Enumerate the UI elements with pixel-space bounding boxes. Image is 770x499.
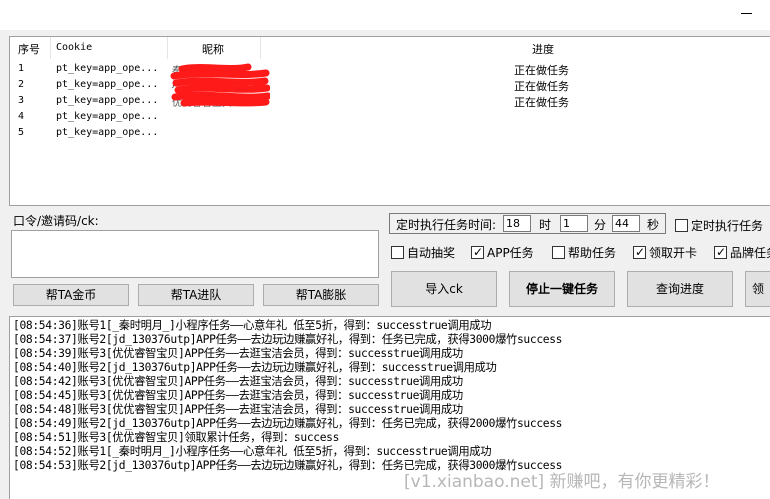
column-separator[interactable]	[260, 37, 261, 59]
row-progress: 正在做任务	[514, 80, 569, 93]
checkbox-icon[interactable]	[675, 219, 688, 232]
option-label: 自动抽奖	[407, 246, 456, 260]
scheduled-task-label: 定时执行任务	[691, 219, 764, 233]
account-row[interactable]: 5 pt_key=app_ope...	[10, 125, 770, 141]
timer-hour-input[interactable]: 18	[503, 215, 531, 232]
header-nickname[interactable]: 昵称	[202, 41, 224, 57]
option-label: 品牌任务	[730, 246, 770, 260]
account-list-header: 序号 Cookie 昵称 进度	[10, 37, 770, 59]
checkbox-icon[interactable]: ✓	[714, 245, 727, 259]
account-row[interactable]: 2 pt_key=app_ope... jd_130376utp 正在做任务	[10, 77, 770, 93]
log-line: [08:54:45]账号3[优优睿智宝贝]APP任务——去逛宝洁会员，得到：su…	[13, 389, 463, 402]
row-cookie: pt_key=app_ope...	[56, 95, 159, 106]
checkbox-icon[interactable]	[391, 246, 404, 259]
code-label: 口令/邀请码/ck:	[13, 214, 99, 228]
account-row[interactable]: 4 pt_key=app_ope...	[10, 109, 770, 125]
stop-task-button[interactable]: 停止一键任务	[509, 271, 615, 307]
import-ck-button[interactable]: 导入ck	[391, 271, 497, 307]
claim-button[interactable]: 领	[745, 271, 770, 307]
header-cookie[interactable]: Cookie	[56, 42, 92, 53]
check-mark-icon: ✓	[716, 245, 727, 259]
log-line: [08:54:52]账号1[_秦时明月_]小程序任务——心意年礼 低至5折，得到…	[13, 445, 492, 458]
checkbox-icon[interactable]	[552, 246, 565, 259]
checkbox-icon[interactable]: ✓	[471, 245, 484, 259]
row-progress: 正在做任务	[514, 64, 569, 77]
second-unit: 秒	[647, 218, 660, 232]
log-line: [08:54:42]账号3[优优睿智宝贝]APP任务——去逛宝洁会员，得到：su…	[13, 375, 463, 388]
option-label: APP任务	[487, 246, 534, 260]
log-line: [08:54:51]账号3[优优睿智宝贝]领取累计任务，得到：success	[13, 431, 340, 444]
timer-group: 定时执行任务时间: 18 时 1 分 44 秒	[389, 213, 666, 234]
query-progress-button[interactable]: 查询进度	[627, 271, 733, 307]
row-cookie: pt_key=app_ope...	[56, 79, 159, 90]
log-line: [08:54:37]账号2[jd_130376utp]APP任务——去边玩边赚赢…	[13, 333, 563, 346]
log-line: [08:54:39]账号3[优优睿智宝贝]APP任务——去逛宝洁会员，得到：su…	[13, 347, 463, 360]
help-coin-button[interactable]: 帮TA金币	[13, 284, 129, 306]
help-queue-button[interactable]: 帮TA进队	[138, 284, 254, 306]
row-progress: 正在做任务	[514, 96, 569, 109]
option-claim-card[interactable]: ✓ 领取开卡	[633, 244, 697, 261]
checkbox-icon[interactable]: ✓	[633, 245, 646, 259]
minute-unit: 分	[594, 218, 607, 232]
option-app-task[interactable]: ✓ APP任务	[471, 244, 534, 261]
account-row[interactable]: 1 pt_key=app_ope... 秦时明月 正在做任务	[10, 61, 770, 77]
option-label: 领取开卡	[649, 246, 698, 260]
row-seq: 2	[18, 79, 25, 90]
log-line: [08:54:40]账号2[jd_130376utp]APP任务——去边玩边赚赢…	[13, 361, 497, 374]
account-row[interactable]: 3 pt_key=app_ope... 优优睿智宝贝 正在做任务	[10, 93, 770, 109]
code-input[interactable]	[11, 230, 379, 278]
row-cookie: pt_key=app_ope...	[56, 63, 159, 74]
nickname-redaction	[170, 63, 270, 107]
column-separator[interactable]	[50, 37, 51, 59]
log-line: [08:54:48]账号3[优优睿智宝贝]APP任务——去逛宝洁会员，得到：su…	[13, 403, 463, 416]
column-separator[interactable]	[167, 37, 168, 59]
row-seq: 1	[18, 63, 25, 74]
scheduled-task-checkbox[interactable]: 定时执行任务	[675, 217, 763, 234]
watermark: [v1.xianbao.net] 新赚吧，有你更精彩！	[404, 472, 720, 492]
option-label: 帮助任务	[568, 246, 617, 260]
minimize-icon[interactable]	[741, 13, 752, 14]
row-seq: 4	[18, 111, 25, 122]
option-help-task[interactable]: 帮助任务	[552, 244, 616, 261]
header-progress[interactable]: 进度	[532, 41, 554, 57]
row-cookie: pt_key=app_ope...	[56, 127, 159, 138]
account-list[interactable]: 序号 Cookie 昵称 进度 1 pt_key=app_ope... 秦时明月…	[9, 36, 770, 206]
check-mark-icon: ✓	[473, 245, 484, 259]
check-mark-icon: ✓	[635, 245, 646, 259]
timer-second-input[interactable]: 44	[612, 215, 640, 232]
timer-minute-input[interactable]: 1	[560, 215, 588, 232]
row-cookie: pt_key=app_ope...	[56, 111, 159, 122]
hour-unit: 时	[539, 218, 552, 232]
row-seq: 3	[18, 95, 25, 106]
option-brand-task[interactable]: ✓ 品牌任务	[714, 244, 770, 261]
title-bar	[0, 0, 770, 30]
help-expand-button[interactable]: 帮TA膨胀	[263, 284, 379, 306]
timer-label: 定时执行任务时间:	[396, 218, 497, 232]
log-line: [08:54:36]账号1[_秦时明月_]小程序任务——心意年礼 低至5折，得到…	[13, 319, 492, 332]
option-auto-lottery[interactable]: 自动抽奖	[391, 244, 455, 261]
row-seq: 5	[18, 127, 25, 138]
log-line: [08:54:49]账号2[jd_130376utp]APP任务——去边玩边赚赢…	[13, 417, 563, 430]
header-seq[interactable]: 序号	[18, 41, 40, 57]
